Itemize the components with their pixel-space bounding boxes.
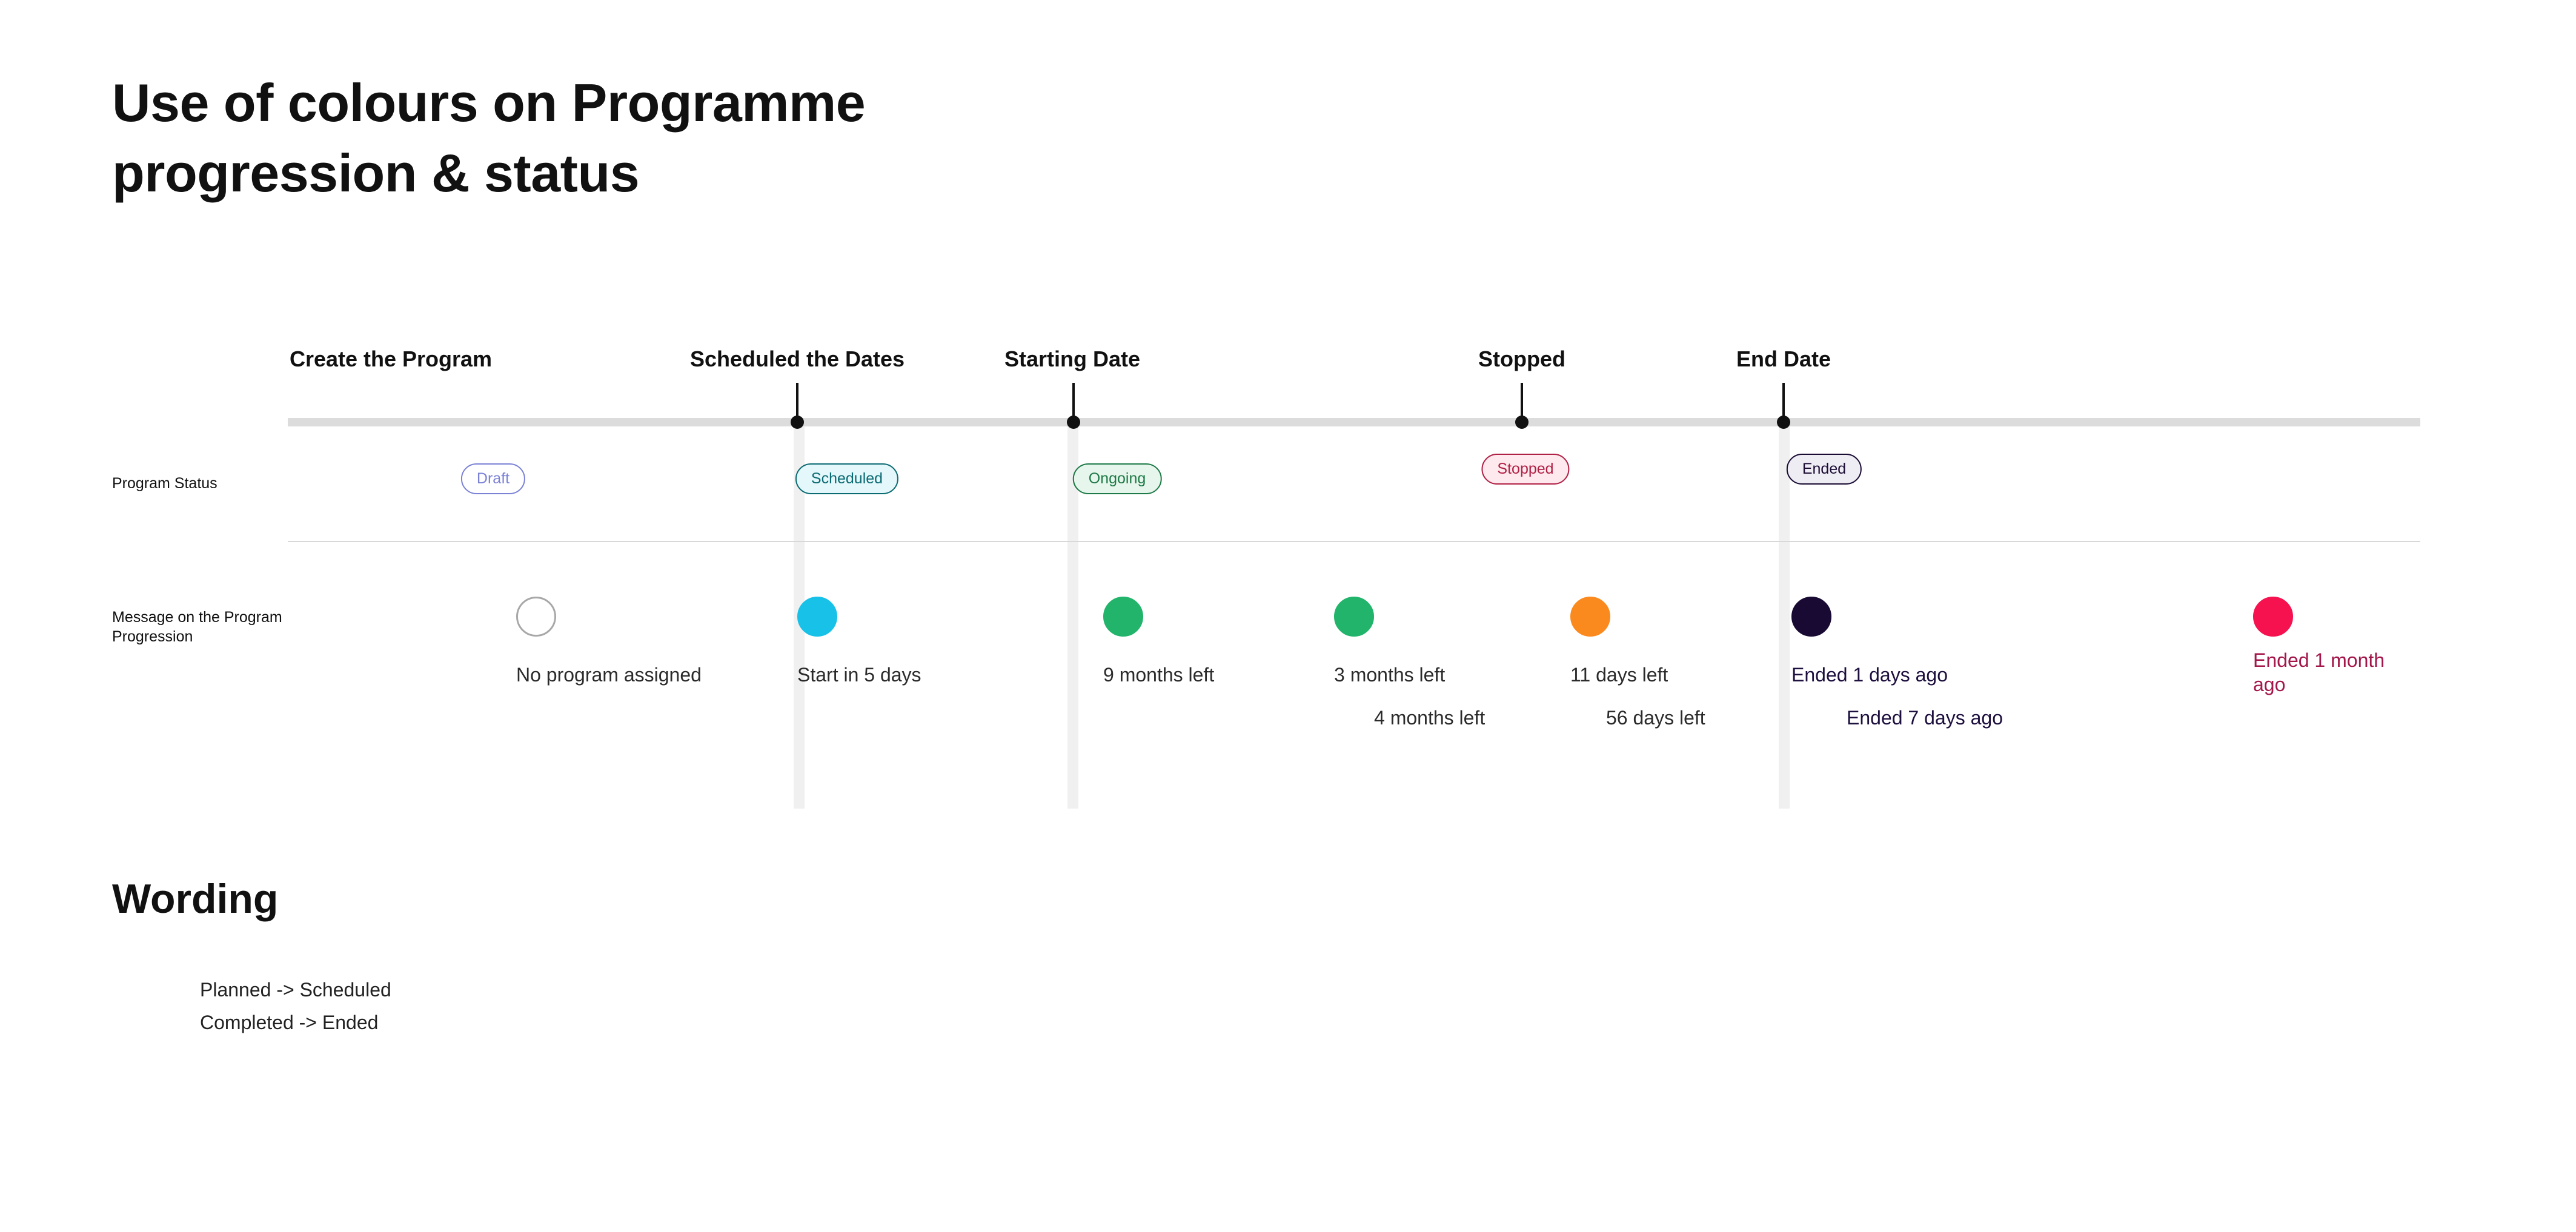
stage-label-stopped: Stopped (1478, 346, 1565, 371)
progress-message-ongoing: 9 months left (1103, 664, 1215, 686)
progress-message-ended-alt: Ended 7 days ago (1847, 707, 2003, 729)
timeline-track (288, 418, 2420, 426)
scheduled-marker-dot (791, 416, 804, 429)
message-progression-label: Message on the Program Progression (112, 609, 282, 645)
progress-message-unassigned: No program assigned (516, 664, 702, 686)
wording-item-completed: Completed -> Ended (200, 1012, 379, 1033)
progress-message-months: 3 months left (1334, 664, 1446, 686)
progress-message-days: 11 days left (1570, 664, 1668, 686)
status-badge-ongoing: Ongoing (1072, 463, 1162, 494)
status-badge-scheduled: Scheduled (795, 463, 899, 494)
progress-message-ended: Ended 1 days ago (1791, 664, 1948, 686)
starting-marker-dot (1067, 416, 1080, 429)
stage-label-scheduled: Scheduled the Dates (689, 346, 905, 371)
status-circle-ongoing (1103, 597, 1143, 637)
progress-message-ended-late: Ended 1 month ago (2253, 649, 2385, 695)
status-circle-ongoing-months (1334, 597, 1374, 637)
program-status-label: Program Status (112, 475, 217, 492)
wording-item-planned: Planned -> Scheduled (200, 979, 391, 1001)
end-column-band (1779, 422, 1790, 809)
status-circle-days-left (1570, 597, 1610, 637)
status-badge-ended: Ended (1786, 454, 1862, 485)
progress-message-months-alt: 4 months left (1374, 707, 1486, 729)
progress-message-days-alt: 56 days left (1606, 707, 1705, 729)
stopped-marker-dot (1515, 416, 1529, 429)
stage-label-create: Create the Program (289, 346, 493, 371)
status-badge-draft: Draft (460, 463, 526, 494)
status-circle-ended-late (2253, 597, 2293, 637)
stage-label-starting: Starting Date (1004, 346, 1141, 371)
status-circle-ended (1791, 597, 1831, 637)
status-circle-unassigned (516, 597, 556, 637)
row-divider (288, 541, 2420, 542)
page-title: Use of colours on Programme progression … (112, 73, 866, 203)
status-circle-scheduled (797, 597, 837, 637)
progress-message-scheduled: Start in 5 days (797, 664, 921, 686)
status-badge-stopped: Stopped (1481, 454, 1570, 485)
stage-label-end: End Date (1736, 346, 1831, 371)
wording-section-title: Wording (112, 876, 279, 922)
end-marker-dot (1777, 416, 1790, 429)
